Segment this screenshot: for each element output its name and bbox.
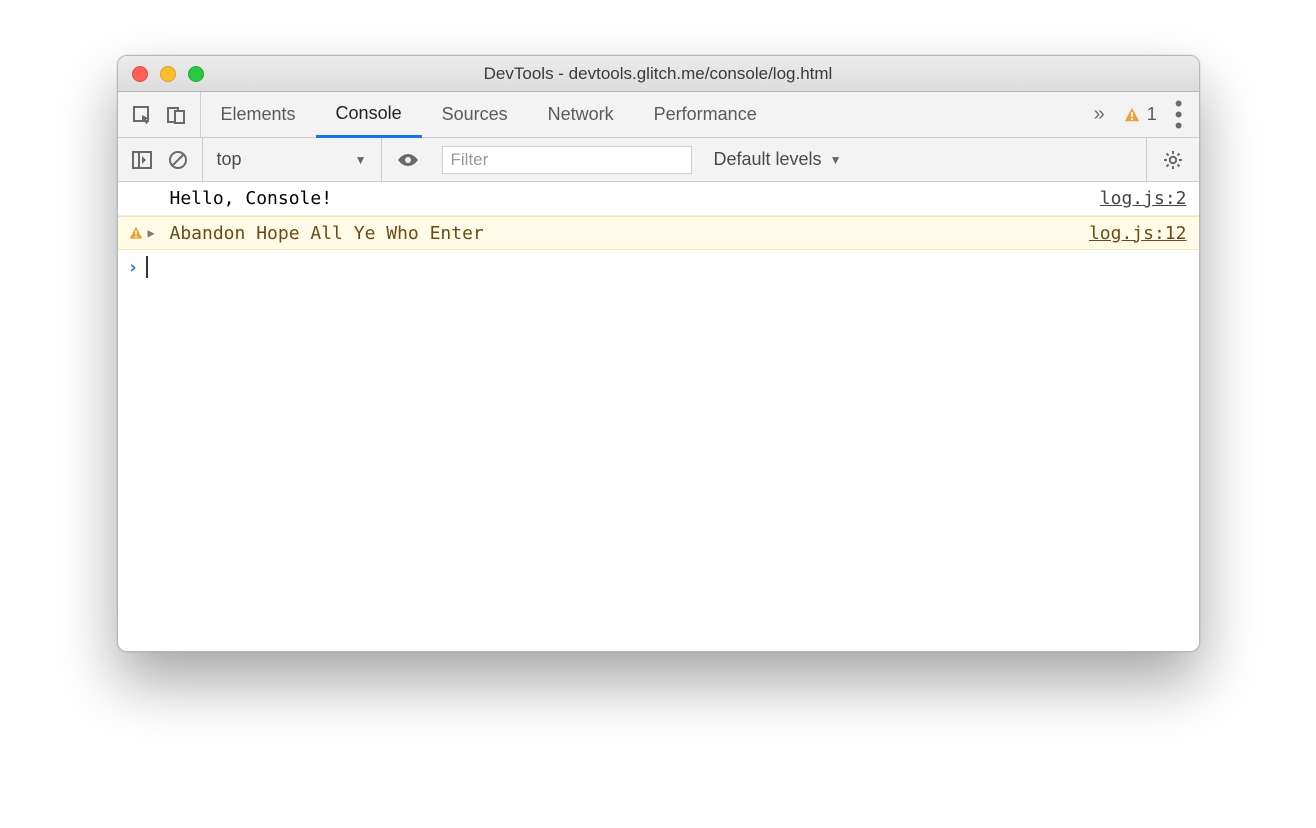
- chevron-down-icon: ▼: [355, 153, 367, 167]
- tab-label: Network: [548, 104, 614, 125]
- main-tabbar: Elements Console Sources Network Perform…: [118, 92, 1199, 138]
- inspect-element-icon[interactable]: [132, 105, 152, 125]
- console-settings-icon[interactable]: [1163, 150, 1183, 170]
- tab-label: Console: [336, 103, 402, 124]
- warning-count-badge[interactable]: 1: [1123, 104, 1157, 125]
- titlebar: DevTools - devtools.glitch.me/console/lo…: [118, 56, 1199, 92]
- expand-icon[interactable]: ▶: [148, 226, 155, 240]
- filter-input[interactable]: [442, 146, 692, 174]
- clear-console-icon[interactable]: [168, 150, 188, 170]
- tab-label: Sources: [442, 104, 508, 125]
- tab-elements[interactable]: Elements: [201, 92, 316, 137]
- tab-label: Performance: [654, 104, 757, 125]
- traffic-lights: [118, 66, 204, 82]
- tab-performance[interactable]: Performance: [634, 92, 777, 137]
- close-window-button[interactable]: [132, 66, 148, 82]
- log-message: Abandon Hope All Ye Who Enter: [170, 223, 1089, 244]
- tab-network[interactable]: Network: [528, 92, 634, 137]
- levels-label: Default levels: [714, 149, 822, 170]
- input-cursor: [146, 256, 148, 278]
- inspect-tools: [118, 92, 201, 137]
- console-output: Hello, Console! log.js:2 ▶ Abandon Hope …: [118, 182, 1199, 651]
- log-source-link[interactable]: log.js:2: [1100, 188, 1189, 209]
- devtools-window: DevTools - devtools.glitch.me/console/lo…: [117, 55, 1200, 652]
- tab-sources[interactable]: Sources: [422, 92, 528, 137]
- context-value: top: [217, 149, 242, 170]
- tab-console[interactable]: Console: [316, 93, 422, 138]
- warning-count: 1: [1147, 104, 1157, 125]
- log-row[interactable]: Hello, Console! log.js:2: [118, 182, 1199, 216]
- context-selector[interactable]: top ▼: [203, 138, 382, 181]
- zoom-window-button[interactable]: [188, 66, 204, 82]
- console-prompt[interactable]: ›: [118, 250, 1199, 284]
- window-title: DevTools - devtools.glitch.me/console/lo…: [118, 64, 1199, 84]
- log-message: Hello, Console!: [170, 188, 1100, 209]
- tab-label: Elements: [221, 104, 296, 125]
- panel-tabs: Elements Console Sources Network Perform…: [201, 92, 777, 137]
- more-tabs-icon[interactable]: »: [1094, 103, 1105, 126]
- device-toolbar-icon[interactable]: [166, 105, 186, 125]
- log-levels-selector[interactable]: Default levels ▼: [700, 149, 1146, 170]
- live-expression-icon[interactable]: [382, 152, 434, 168]
- prompt-chevron-icon: ›: [128, 257, 139, 278]
- warning-icon: [1123, 106, 1141, 124]
- toggle-sidebar-icon[interactable]: [132, 151, 152, 169]
- log-row-warning[interactable]: ▶ Abandon Hope All Ye Who Enter log.js:1…: [118, 216, 1199, 250]
- more-options-icon[interactable]: •••: [1175, 98, 1183, 131]
- console-toolbar: top ▼ Default levels ▼: [118, 138, 1199, 182]
- minimize-window-button[interactable]: [160, 66, 176, 82]
- chevron-down-icon: ▼: [830, 153, 842, 167]
- log-source-link[interactable]: log.js:12: [1089, 223, 1189, 244]
- warning-icon: [128, 225, 144, 241]
